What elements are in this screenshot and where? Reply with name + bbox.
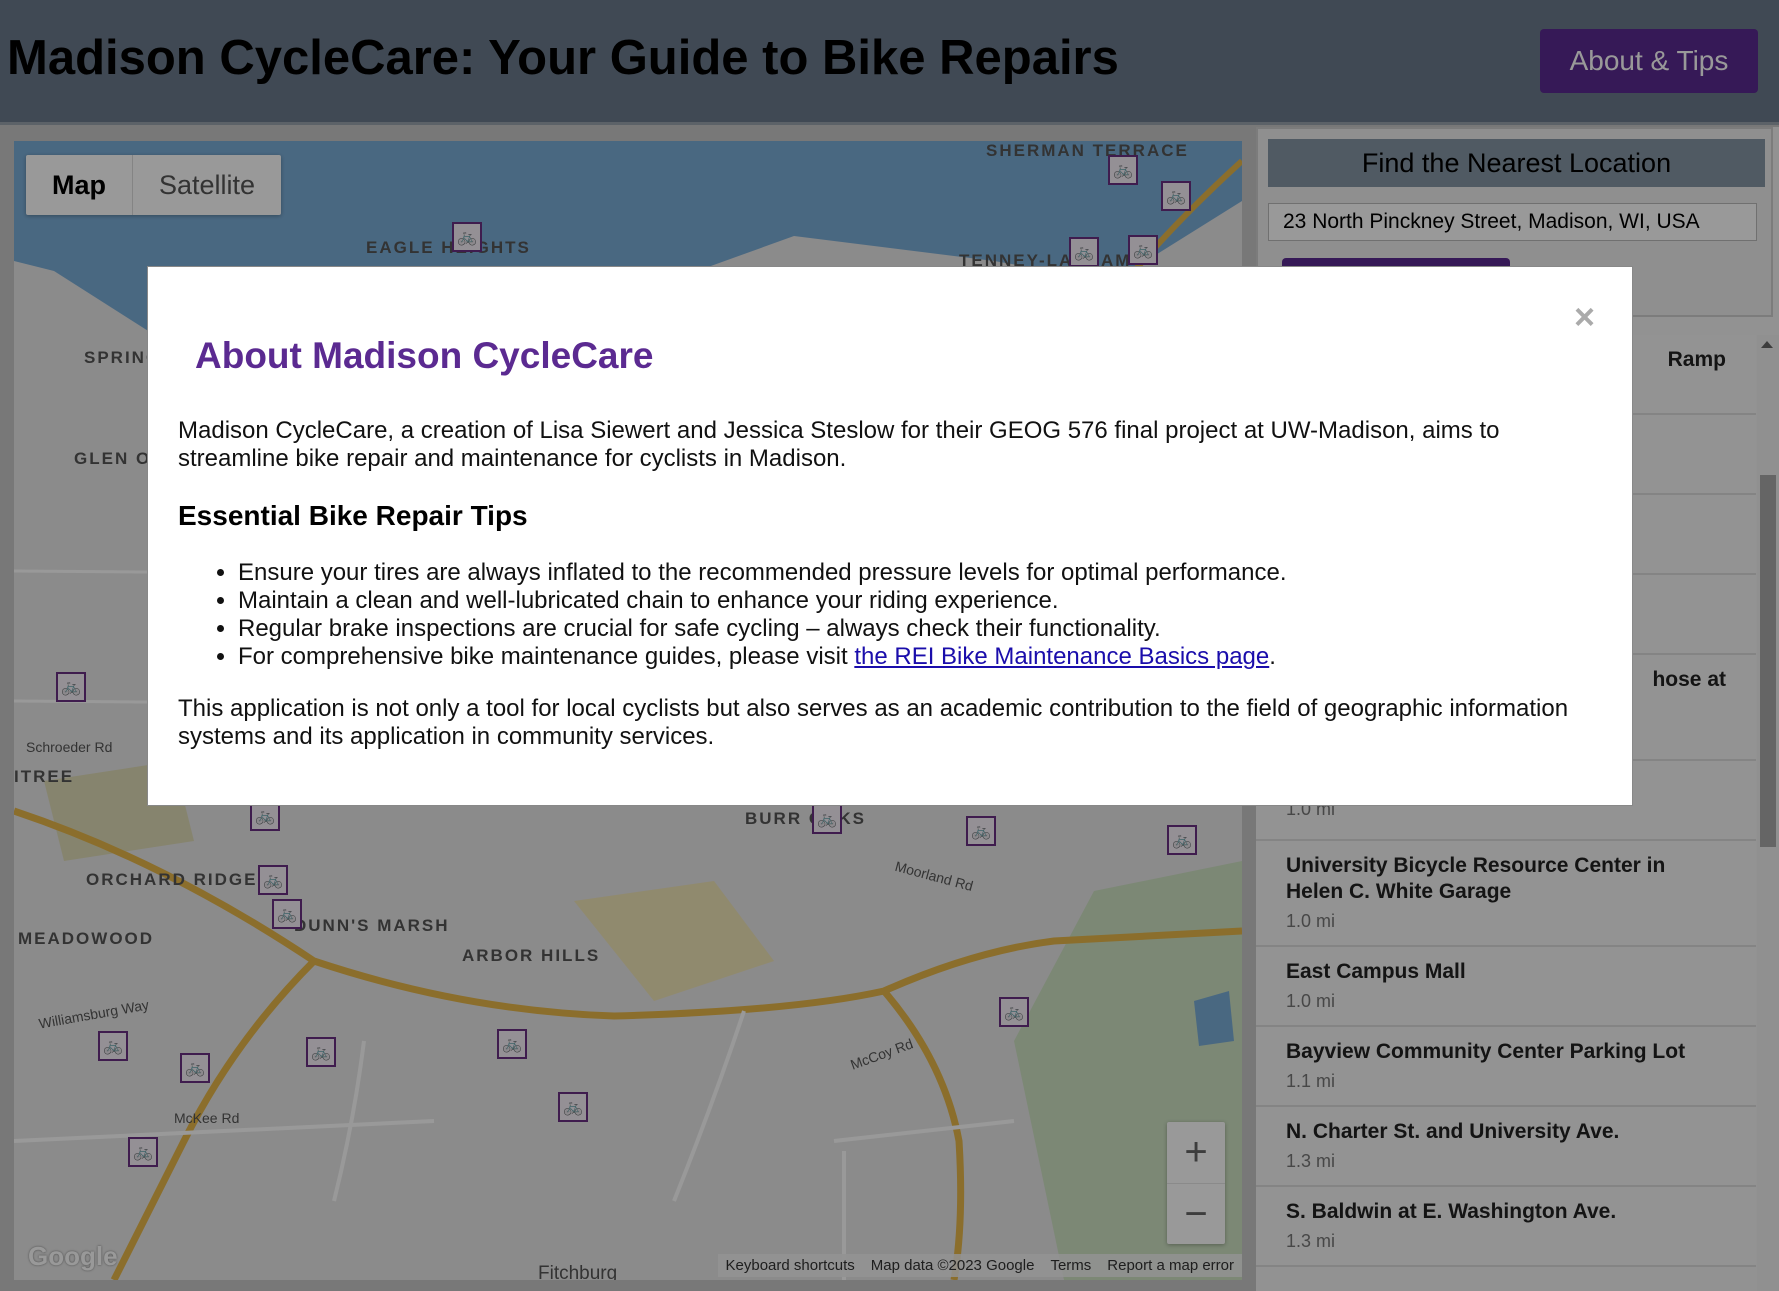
tip-item: For comprehensive bike maintenance guide… <box>238 643 1598 671</box>
rei-maintenance-link[interactable]: the REI Bike Maintenance Basics page <box>854 643 1269 670</box>
tip-link-prefix: For comprehensive bike maintenance guide… <box>238 643 855 670</box>
tips-list: Ensure your tires are always inflated to… <box>178 559 1598 671</box>
tip-link-suffix: . <box>1269 643 1276 670</box>
modal-title: About Madison CycleCare <box>195 335 654 376</box>
close-icon[interactable]: × <box>1574 299 1595 335</box>
about-modal: × About Madison CycleCare Madison CycleC… <box>147 266 1633 806</box>
tips-heading: Essential Bike Repair Tips <box>178 500 528 531</box>
tip-item: Maintain a clean and well-lubricated cha… <box>238 587 1598 615</box>
modal-intro: Madison CycleCare, a creation of Lisa Si… <box>178 417 1500 472</box>
tip-item: Ensure your tires are always inflated to… <box>238 559 1598 587</box>
modal-outro: This application is not only a tool for … <box>178 695 1569 750</box>
tip-item: Regular brake inspections are crucial fo… <box>238 615 1598 643</box>
modal-overlay[interactable]: × About Madison CycleCare Madison CycleC… <box>0 0 1779 1291</box>
